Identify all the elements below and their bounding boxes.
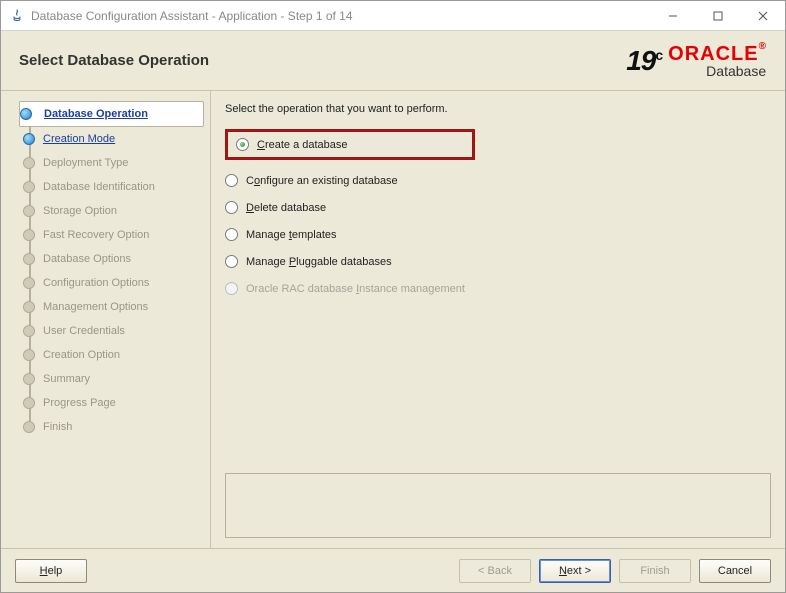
step-label: Management Options — [43, 301, 148, 313]
instruction-text: Select the operation that you want to pe… — [225, 103, 771, 115]
radio-manage-templates[interactable]: Manage templates — [225, 228, 771, 241]
radio-icon — [225, 282, 238, 295]
step-label: Fast Recovery Option — [43, 229, 149, 241]
version-text: 19c — [626, 45, 662, 77]
step-bullet-icon — [23, 229, 35, 241]
step-bullet-icon — [20, 108, 32, 120]
radio-icon — [225, 201, 238, 214]
step-bullet-icon — [23, 133, 35, 145]
step-label: Deployment Type — [43, 157, 128, 169]
close-button[interactable] — [740, 1, 785, 30]
brand-subtitle: Database — [706, 64, 766, 78]
radio-icon — [225, 255, 238, 268]
step-label: Finish — [43, 421, 72, 433]
step-bullet-icon — [23, 301, 35, 313]
radio-label: Manage templates — [246, 229, 337, 241]
radio-label: Configure an existing database — [246, 175, 398, 187]
step-label: Progress Page — [43, 397, 116, 409]
next-button[interactable]: Next > — [539, 559, 611, 583]
header: Select Database Operation 19c ORACLE® Da… — [1, 31, 785, 91]
sidebar-step-configuration-options: Configuration Options — [23, 271, 204, 295]
sidebar-step-progress-page: Progress Page — [23, 391, 204, 415]
sidebar-step-database-options: Database Options — [23, 247, 204, 271]
radio-oracle-rac-database-instance-management: Oracle RAC database Instance management — [225, 282, 771, 295]
step-bullet-icon — [23, 157, 35, 169]
sidebar-step-creation-option: Creation Option — [23, 343, 204, 367]
sidebar-step-database-operation[interactable]: Database Operation — [19, 101, 204, 127]
step-bullet-icon — [23, 421, 35, 433]
main-content: Select the operation that you want to pe… — [211, 91, 785, 548]
radio-icon — [225, 174, 238, 187]
step-bullet-icon — [23, 181, 35, 193]
footer: Help < Back Next > Finish Cancel — [1, 548, 785, 592]
step-bullet-icon — [23, 205, 35, 217]
step-bullet-icon — [23, 325, 35, 337]
step-label: Configuration Options — [43, 277, 149, 289]
sidebar-step-storage-option: Storage Option — [23, 199, 204, 223]
step-sidebar: Database Operation Creation Mode Deploymen… — [1, 91, 211, 548]
step-label: Creation Option — [43, 349, 120, 361]
step-label: User Credentials — [43, 325, 125, 337]
step-label: Database Options — [43, 253, 131, 265]
brand-logo: 19c ORACLE® Database — [626, 44, 767, 78]
radio-create-a-database[interactable]: Create a database — [236, 138, 464, 151]
radio-icon — [236, 138, 249, 151]
radio-icon — [225, 228, 238, 241]
java-icon — [9, 8, 25, 24]
step-label: Storage Option — [43, 205, 117, 217]
sidebar-step-creation-mode[interactable]: Creation Mode — [23, 127, 204, 151]
sidebar-step-user-credentials: User Credentials — [23, 319, 204, 343]
radio-configure-an-existing-database[interactable]: Configure an existing database — [225, 174, 771, 187]
operation-options: Create a database Configure an existing d… — [225, 129, 771, 295]
window-controls — [650, 1, 785, 30]
step-label: Creation Mode — [43, 133, 115, 145]
titlebar: Database Configuration Assistant - Appli… — [1, 1, 785, 31]
radio-delete-database[interactable]: Delete database — [225, 201, 771, 214]
page-title: Select Database Operation — [19, 52, 626, 69]
oracle-wordmark: ORACLE® — [668, 44, 767, 64]
sidebar-step-management-options: Management Options — [23, 295, 204, 319]
step-bullet-icon — [23, 253, 35, 265]
minimize-button[interactable] — [650, 1, 695, 30]
sidebar-step-deployment-type: Deployment Type — [23, 151, 204, 175]
step-bullet-icon — [23, 349, 35, 361]
step-bullet-icon — [23, 397, 35, 409]
finish-button: Finish — [619, 559, 691, 583]
sidebar-step-database-identification: Database Identification — [23, 175, 204, 199]
step-label: Database Identification — [43, 181, 155, 193]
help-button[interactable]: Help — [15, 559, 87, 583]
step-bullet-icon — [23, 373, 35, 385]
step-label: Database Operation — [44, 108, 148, 120]
sidebar-step-summary: Summary — [23, 367, 204, 391]
step-bullet-icon — [23, 277, 35, 289]
sidebar-step-fast-recovery-option: Fast Recovery Option — [23, 223, 204, 247]
radio-label: Create a database — [257, 139, 348, 151]
sidebar-step-finish: Finish — [23, 415, 204, 439]
window-title: Database Configuration Assistant - Appli… — [31, 9, 650, 23]
radio-label: Oracle RAC database Instance management — [246, 283, 465, 295]
radio-label: Manage Pluggable databases — [246, 256, 392, 268]
radio-manage-pluggable-databases[interactable]: Manage Pluggable databases — [225, 255, 771, 268]
radio-label: Delete database — [246, 202, 326, 214]
step-label: Summary — [43, 373, 90, 385]
highlighted-option: Create a database — [225, 129, 475, 160]
maximize-button[interactable] — [695, 1, 740, 30]
description-panel — [225, 473, 771, 538]
cancel-button[interactable]: Cancel — [699, 559, 771, 583]
back-button: < Back — [459, 559, 531, 583]
